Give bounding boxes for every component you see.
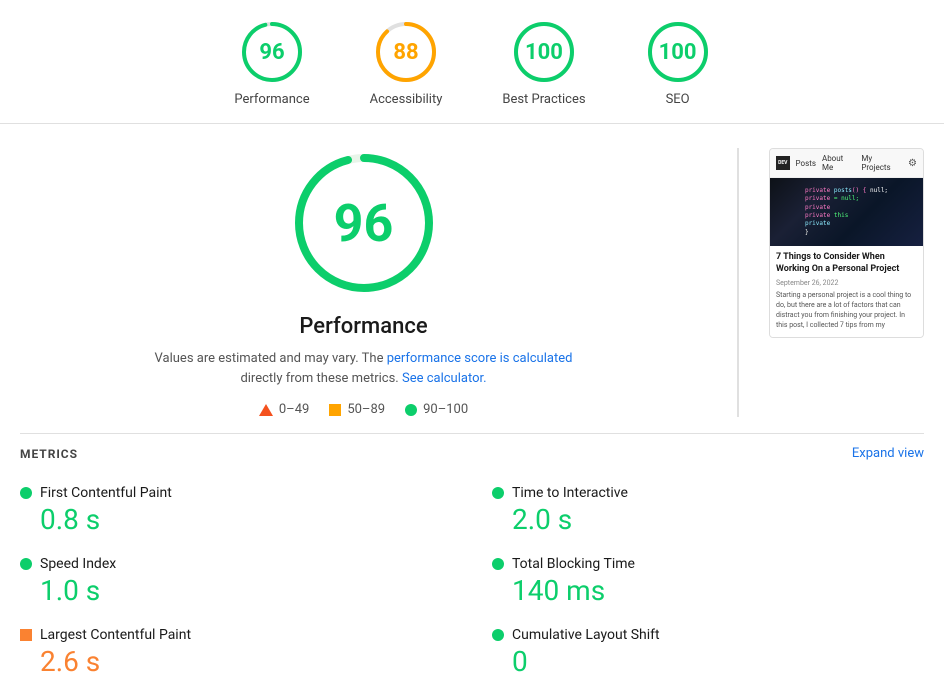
main-content: 96 Performance Values are estimated and … (0, 124, 944, 433)
metric-name: Total Blocking Time (512, 556, 635, 572)
metric-value: 0.8 s (40, 503, 452, 536)
preview-code: private posts() { null; private = null; … (801, 183, 892, 241)
legend-item-90–100: 90–100 (405, 402, 468, 417)
score-label-accessibility: Accessibility (370, 92, 443, 107)
metrics-grid: First Contentful Paint 0.8 s Time to Int… (20, 485, 924, 678)
metric-item: Cumulative Layout Shift 0 (492, 627, 924, 678)
left-panel: 96 Performance Values are estimated and … (20, 148, 707, 417)
score-label-performance: Performance (234, 92, 309, 107)
metric-header-row: Speed Index (20, 556, 452, 572)
legend-square-icon (329, 404, 341, 416)
score-circle-best-practices: 100 (512, 20, 576, 84)
score-circle-accessibility: 88 (374, 20, 438, 84)
preview-nav-link-projects: My Projects (861, 154, 902, 172)
metric-item: First Contentful Paint 0.8 s (20, 485, 452, 536)
preview-settings-icon: ⚙ (908, 158, 917, 169)
score-item-performance[interactable]: 96 Performance (234, 20, 309, 107)
metric-name: Cumulative Layout Shift (512, 627, 660, 643)
big-score-value: 96 (334, 193, 394, 254)
metric-header-row: First Contentful Paint (20, 485, 452, 501)
score-item-best-practices[interactable]: 100 Best Practices (502, 20, 585, 107)
metric-name: Largest Contentful Paint (40, 627, 191, 643)
legend-item-0–49: 0–49 (259, 402, 309, 417)
metric-value: 2.6 s (40, 645, 452, 678)
legend-triangle-icon (259, 404, 273, 416)
preview-post-title: 7 Things to Consider When Working On a P… (776, 252, 917, 275)
metric-header-row: Cumulative Layout Shift (492, 627, 924, 643)
scores-bar: 96 Performance 88 Accessibility 100 Best… (0, 0, 944, 124)
preview-hero: private posts() { null; private = null; … (770, 178, 923, 246)
performance-description: Values are estimated and may vary. The p… (154, 349, 574, 388)
score-value-best-practices: 100 (525, 40, 563, 65)
metric-name: Speed Index (40, 556, 116, 572)
metric-dot-green (20, 558, 32, 570)
metric-item: Total Blocking Time 140 ms (492, 556, 924, 607)
big-score-circle: 96 (289, 148, 439, 298)
metric-name: First Contentful Paint (40, 485, 172, 501)
score-circle-seo: 100 (646, 20, 710, 84)
score-item-seo[interactable]: 100 SEO (646, 20, 710, 107)
metrics-section: METRICS Expand view First Contentful Pai… (0, 433, 944, 698)
metric-name: Time to Interactive (512, 485, 628, 501)
score-value-accessibility: 88 (393, 40, 418, 65)
preview-nav-link-about: About Me (822, 154, 855, 172)
metrics-header: METRICS Expand view (20, 433, 924, 473)
legend-range: 0–49 (279, 402, 309, 417)
preview-card: DEV Posts About Me My Projects ⚙ private… (769, 148, 924, 338)
divider (737, 148, 739, 417)
legend-dot-icon (405, 404, 417, 416)
score-label-seo: SEO (666, 92, 690, 107)
score-value-performance: 96 (259, 40, 284, 65)
expand-view-button[interactable]: Expand view (852, 446, 924, 461)
score-legend: 0–49 50–89 90–100 (259, 402, 468, 417)
preview-nav-link-posts: Posts (796, 159, 816, 168)
metric-value: 2.0 s (512, 503, 924, 536)
preview-panel: DEV Posts About Me My Projects ⚙ private… (769, 148, 924, 417)
perf-score-link[interactable]: performance score is calculated (387, 351, 573, 366)
metric-dot-green (492, 629, 504, 641)
metric-header-row: Time to Interactive (492, 485, 924, 501)
metric-item: Speed Index 1.0 s (20, 556, 452, 607)
metric-header-row: Largest Contentful Paint (20, 627, 452, 643)
metric-dot-green (492, 487, 504, 499)
legend-item-50–89: 50–89 (329, 402, 385, 417)
score-label-best-practices: Best Practices (502, 92, 585, 107)
metric-dot-green (492, 558, 504, 570)
preview-logo: DEV (776, 156, 790, 170)
metrics-title: METRICS (20, 447, 78, 461)
metric-value: 0 (512, 645, 924, 678)
metric-item: Time to Interactive 2.0 s (492, 485, 924, 536)
metric-header-row: Total Blocking Time (492, 556, 924, 572)
performance-title: Performance (299, 314, 427, 339)
metric-value: 140 ms (512, 574, 924, 607)
calculator-link[interactable]: See calculator. (402, 371, 487, 386)
preview-content: 7 Things to Consider When Working On a P… (770, 246, 923, 337)
score-item-accessibility[interactable]: 88 Accessibility (370, 20, 443, 107)
preview-nav: DEV Posts About Me My Projects ⚙ (770, 149, 923, 178)
legend-range: 90–100 (423, 402, 468, 417)
legend-range: 50–89 (347, 402, 385, 417)
preview-body: Starting a personal project is a cool th… (776, 291, 917, 330)
score-circle-performance: 96 (240, 20, 304, 84)
metric-value: 1.0 s (40, 574, 452, 607)
metric-dot-orange (20, 629, 32, 641)
preview-date: September 26, 2022 (776, 279, 917, 287)
metric-dot-green (20, 487, 32, 499)
score-value-seo: 100 (659, 40, 697, 65)
metric-item: Largest Contentful Paint 2.6 s (20, 627, 452, 678)
